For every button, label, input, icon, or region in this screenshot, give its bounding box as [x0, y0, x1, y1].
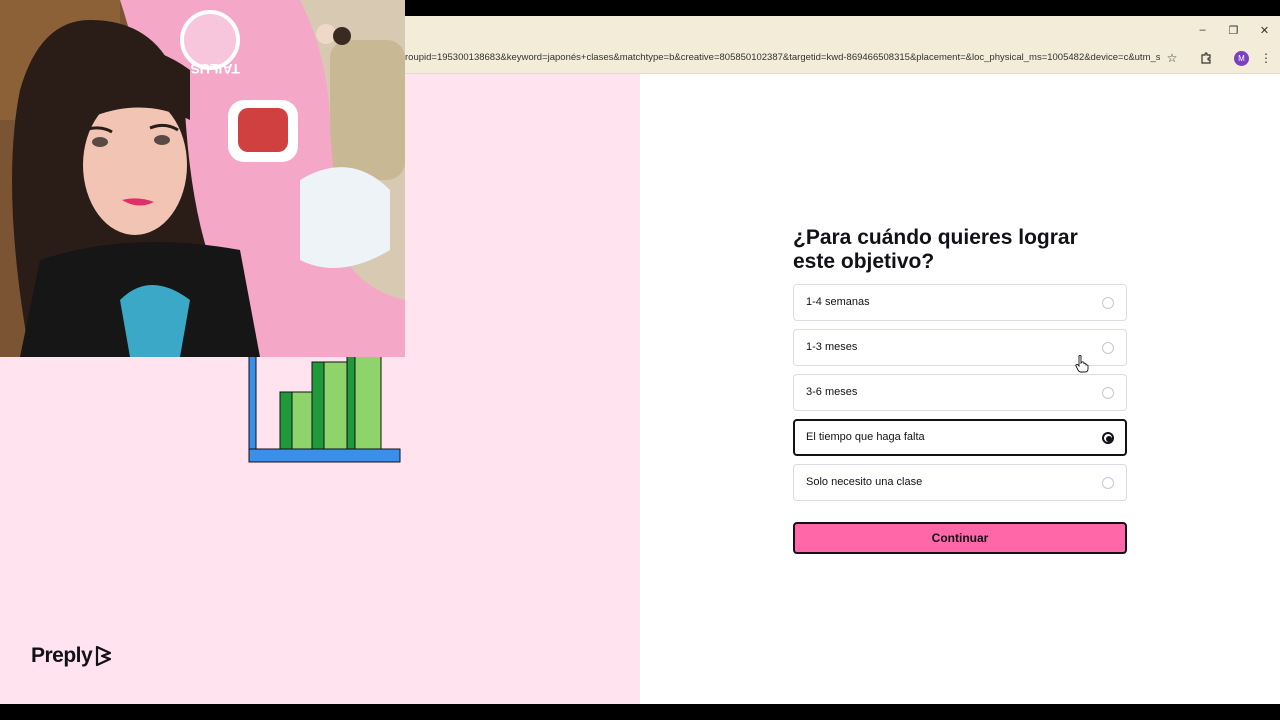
- webcam-video-frame: TAILUS: [0, 0, 405, 357]
- radio-button[interactable]: [1102, 297, 1114, 309]
- radio-button-selected[interactable]: [1102, 432, 1114, 444]
- window-controls: – ❐ ✕: [1187, 16, 1280, 44]
- question-title: ¿Para cuándo quieres lograr este objetiv…: [793, 226, 1078, 273]
- hand-cursor-icon: [1075, 355, 1089, 373]
- option-label: 1-4 semanas: [806, 296, 870, 308]
- logo-text: Preply: [31, 644, 93, 667]
- chair-brand-text: TAILUS: [190, 61, 240, 77]
- option-3-6-meses[interactable]: 3-6 meses: [793, 374, 1127, 411]
- radio-dot: [1106, 436, 1112, 442]
- option-label: 1-3 meses: [806, 341, 858, 353]
- radio-button[interactable]: [1102, 387, 1114, 399]
- close-icon[interactable]: ✕: [1249, 16, 1280, 44]
- address-bar-url[interactable]: roupid=195300138683&keyword=japonés+clas…: [405, 52, 1160, 63]
- preply-logo[interactable]: Preply: [31, 644, 114, 668]
- menu-dots-icon[interactable]: ⋮: [1257, 49, 1275, 67]
- option-el-tiempo-que-haga-falta[interactable]: El tiempo que haga falta: [793, 419, 1127, 456]
- screen: – ❐ ✕ roupid=195300138683&keyword=japoné…: [0, 0, 1280, 720]
- preply-logo-icon: [96, 645, 112, 667]
- bottom-letterbox: [0, 704, 1280, 720]
- profile-avatar[interactable]: M: [1234, 51, 1249, 66]
- minimize-icon[interactable]: –: [1187, 16, 1218, 44]
- option-label: Solo necesito una clase: [806, 476, 923, 488]
- webcam-overlay: TAILUS: [0, 0, 405, 357]
- option-1-4-semanas[interactable]: 1-4 semanas: [793, 284, 1127, 321]
- restore-icon[interactable]: ❐: [1218, 16, 1249, 44]
- option-label: El tiempo que haga falta: [806, 431, 925, 443]
- growth-chart-illustration: [248, 356, 401, 463]
- option-label: 3-6 meses: [806, 386, 858, 398]
- radio-button[interactable]: [1102, 342, 1114, 354]
- extensions-icon[interactable]: [1197, 49, 1215, 67]
- bookmark-star-icon[interactable]: ☆: [1163, 49, 1181, 67]
- option-solo-necesito-una-clase[interactable]: Solo necesito una clase: [793, 464, 1127, 501]
- continue-button[interactable]: Continuar: [793, 522, 1127, 554]
- radio-button[interactable]: [1102, 477, 1114, 489]
